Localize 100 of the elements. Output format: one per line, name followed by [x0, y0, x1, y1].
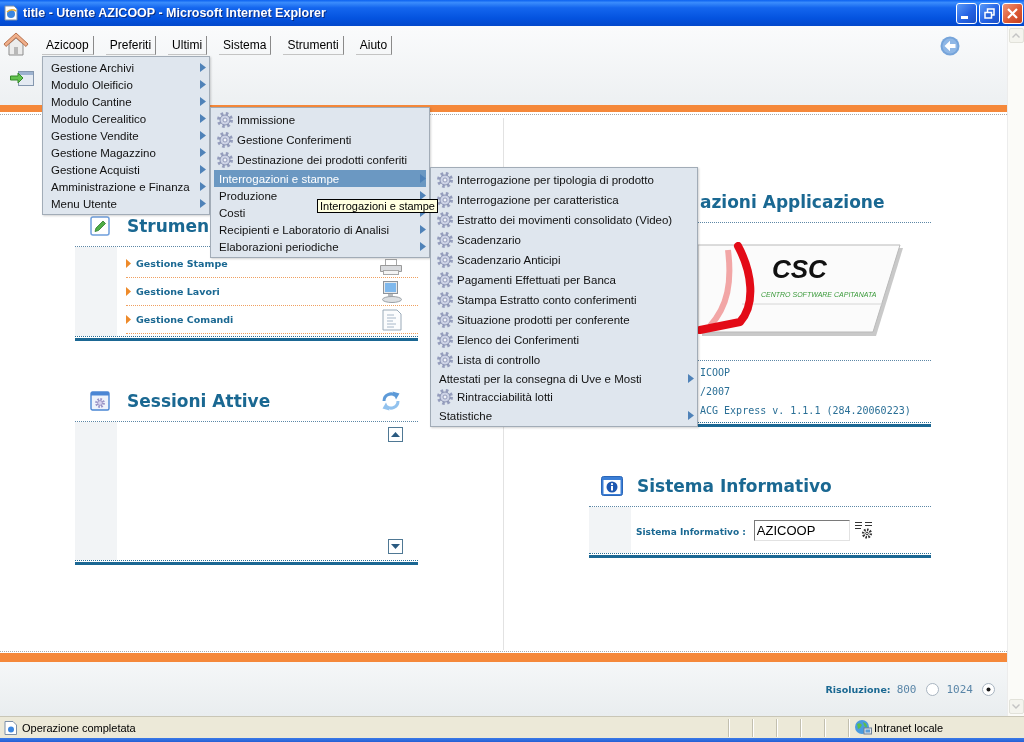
triangle-down-icon [391, 544, 400, 549]
menu-item[interactable]: Rintracciabilità lotti [434, 387, 694, 407]
menu-item[interactable]: Destinazione dei prodotti conferiti [214, 150, 426, 170]
panel-title: azioni Applicazione [700, 191, 885, 214]
menubar-item[interactable]: Strumenti [283, 35, 344, 55]
side-strip [589, 507, 631, 553]
menu-item[interactable]: Menu Utente [46, 195, 206, 212]
menu-item[interactable]: Immissione [214, 110, 426, 130]
menu-item[interactable]: Gestione Magazzino [46, 144, 206, 161]
triangle-bullet-icon [126, 315, 131, 324]
gear-icon [437, 212, 453, 228]
sistema-informativo-field[interactable]: AZICOOP [753, 519, 850, 541]
menu-item[interactable]: Gestione Conferimenti [214, 130, 426, 150]
radio-label: 1024 [946, 682, 973, 696]
panel-title: Sistema Informativo [637, 475, 832, 498]
scrollbar-down-button[interactable] [1008, 699, 1024, 714]
menu-item[interactable]: Scadenzario Anticipi [434, 250, 694, 270]
refresh-icon[interactable] [380, 390, 402, 412]
restore-button[interactable] [979, 2, 1000, 24]
menu-item[interactable]: Situazione prodotti per conferente [434, 310, 694, 330]
page-icon [3, 5, 19, 21]
status-message: Operazione completata [22, 721, 136, 734]
tool-link[interactable]: Gestione Stampe [136, 258, 228, 269]
radio-label: 800 [896, 682, 917, 696]
caret-icon [688, 374, 694, 383]
gear-icon [437, 332, 453, 348]
menu-item[interactable]: Elenco dei Conferimenti [434, 330, 694, 350]
info-value: ACG Express v. 1.1.1 (284.20060223) [700, 405, 911, 416]
triangle-bullet-icon [126, 287, 131, 296]
menu-item[interactable]: Estratto dei movimenti consolidato (Video) [434, 210, 694, 230]
home-icon[interactable] [3, 31, 29, 57]
caret-icon [688, 411, 694, 420]
gear-icon [437, 352, 453, 368]
scrollbar-up-button[interactable] [1008, 28, 1024, 43]
menu-item[interactable]: Lista di controllo [434, 350, 694, 370]
restore-icon [984, 7, 995, 19]
gear-icon [437, 292, 453, 308]
menu-item[interactable]: Gestione Vendite [46, 127, 206, 144]
gear-icon [437, 389, 453, 405]
menu-item[interactable]: Pagamenti Effettuati per Banca [434, 270, 694, 290]
menu-item[interactable]: Recipienti e Laboratorio di Analisi [214, 221, 426, 238]
printer-icon [380, 259, 402, 275]
radio-button[interactable] [982, 682, 995, 696]
scroll-up-button[interactable] [388, 427, 403, 442]
info-icon [601, 476, 623, 496]
gear-icon [437, 172, 453, 188]
back-arrow-icon[interactable] [940, 36, 960, 56]
minimize-icon [961, 16, 968, 19]
panel-title: Sessioni Attive [127, 390, 271, 413]
tool-link[interactable]: Gestione Lavori [136, 286, 220, 297]
menu-item[interactable]: Elaborazioni periodiche [214, 238, 426, 255]
close-icon [1007, 7, 1018, 19]
menu-item[interactable]: Statistiche [434, 407, 694, 424]
gear-icon [437, 312, 453, 328]
gear-icon [437, 192, 453, 208]
triangle-bullet-icon [126, 259, 131, 268]
menubar-item[interactable]: Preferiti [105, 35, 157, 55]
menubar-item[interactable]: Azicoop [42, 35, 94, 55]
menu-item[interactable]: Scadenzario [434, 230, 694, 250]
page-icon [4, 720, 18, 735]
panel-title: Strumen [127, 215, 210, 238]
tooltip: Interrogazioni e stampe [317, 199, 438, 213]
window-title: title - Utente AZICOOP - Microsoft Internet Explorer [23, 6, 326, 20]
resolution-label: Risoluzione: [825, 683, 891, 695]
menu-item[interactable]: Stampa Estratto conto conferimenti [434, 290, 694, 310]
close-button[interactable] [1002, 2, 1023, 24]
gear-window-icon [90, 391, 110, 411]
document-icon [382, 308, 402, 331]
chevron-down-icon [1012, 704, 1020, 709]
gear-icon [217, 132, 233, 148]
globe-icon [854, 719, 872, 736]
menu-item[interactable]: Attestati per la consegna di Uve e Mosti [434, 370, 694, 387]
menubar-item[interactable]: Sistema [219, 35, 272, 55]
gear-icon [437, 232, 453, 248]
pencil-icon [90, 216, 110, 236]
menu-item[interactable]: Gestione Acquisti [46, 161, 206, 178]
field-label: Sistema Informativo : [636, 527, 746, 537]
tool-link[interactable]: Gestione Comandi [136, 314, 234, 325]
triangle-up-icon [391, 432, 400, 437]
menu-item[interactable]: Amministrazione e Finanza [46, 178, 206, 195]
info-value: /2007 [700, 386, 731, 397]
computer-icon [380, 280, 402, 303]
gear-icon [437, 272, 453, 288]
chevron-up-icon [1012, 33, 1020, 38]
menubar-item[interactable]: Ultimi [168, 35, 208, 55]
logo-title: CSC [772, 254, 827, 284]
gear-icon [217, 112, 233, 128]
radio-button[interactable] [925, 682, 939, 696]
arrow-window-icon[interactable] [10, 68, 34, 88]
gear-icon [437, 252, 453, 268]
menubar-item[interactable]: Aiuto [355, 35, 393, 55]
menu-item[interactable]: Modulo Cantine [46, 93, 206, 110]
menu-item[interactable]: Modulo Oleificio [46, 76, 206, 93]
gear-icon [217, 152, 233, 168]
minimize-button[interactable] [956, 2, 977, 24]
list-gear-icon[interactable] [854, 521, 873, 539]
scroll-down-button[interactable] [388, 539, 403, 554]
menu-item[interactable]: Gestione Archivi [46, 59, 206, 76]
menu-item[interactable]: Interrogazione per tipologia di prodotto [434, 170, 694, 190]
menu-item[interactable]: Modulo Cerealitico [46, 110, 206, 127]
